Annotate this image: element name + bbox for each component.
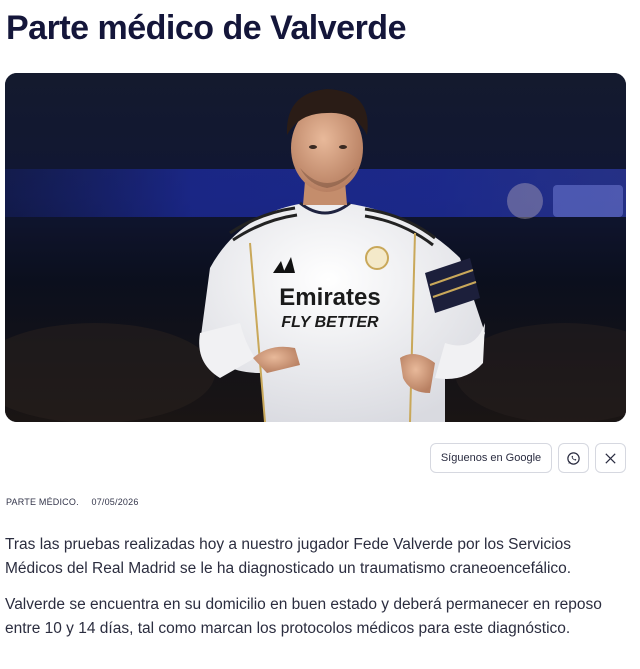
jersey-sponsor-line1: Emirates [279,284,380,311]
jersey-sponsor-line2: FLY BETTER [281,314,379,331]
article-body: Tras las pruebas realizadas hoy a nuestr… [5,533,630,653]
article-paragraph-2: Valverde se encuentra en su domicilio en… [5,596,602,637]
article-date: 07/05/2026 [91,497,139,507]
x-icon [605,452,616,464]
share-x-button[interactable] [595,443,626,473]
player-photo: Emirates FLY BETTER [5,73,626,422]
follow-google-label: Síguenos en Google [440,452,542,464]
page-title: Parte médico de Valverde [6,9,406,47]
whatsapp-icon [567,451,580,465]
article-page: Parte médico de Valverde Emirates FLY BE… [0,0,640,669]
article-category: PARTE MÉDICO. [6,497,79,507]
article-paragraph-1: Tras las pruebas realizadas hoy a nuestr… [5,536,572,577]
article-meta: PARTE MÉDICO. 07/05/2026 [6,497,139,507]
share-whatsapp-button[interactable] [558,443,589,473]
article-hero-image: Emirates FLY BETTER [5,73,626,422]
follow-google-button[interactable]: Síguenos en Google [430,443,552,473]
share-actions: Síguenos en Google [430,443,626,473]
